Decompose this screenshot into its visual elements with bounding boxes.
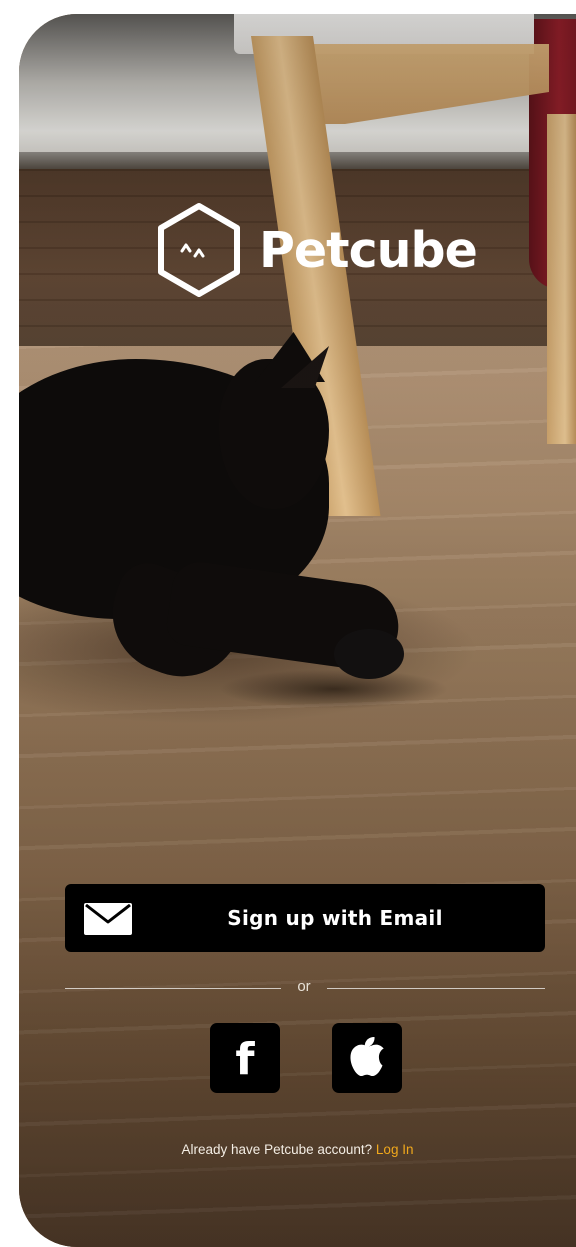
divider-line bbox=[65, 988, 281, 989]
brand-name: Petcube bbox=[259, 221, 478, 279]
envelope-icon bbox=[83, 902, 133, 936]
background-vignette bbox=[19, 14, 576, 1247]
brand-logo: Petcube bbox=[157, 202, 478, 298]
divider-line bbox=[327, 988, 545, 989]
facebook-icon: f bbox=[235, 1034, 255, 1085]
log-in-link[interactable]: Log In bbox=[376, 1142, 414, 1157]
apple-icon bbox=[349, 1035, 385, 1082]
phone-screen: Petcube Sign up with Email or f Already … bbox=[19, 14, 576, 1247]
sign-up-email-button[interactable]: Sign up with Email bbox=[65, 884, 545, 952]
login-prompt-text: Already have Petcube account? bbox=[181, 1142, 373, 1157]
petcube-logo-icon bbox=[157, 202, 241, 298]
sign-up-email-label: Sign up with Email bbox=[227, 906, 443, 930]
divider-text: or bbox=[297, 978, 311, 995]
apple-login-button[interactable] bbox=[332, 1023, 402, 1093]
login-prompt: Already have Petcube account? Log In bbox=[19, 1142, 576, 1157]
facebook-login-button[interactable]: f bbox=[210, 1023, 280, 1093]
or-divider: or bbox=[65, 978, 545, 998]
